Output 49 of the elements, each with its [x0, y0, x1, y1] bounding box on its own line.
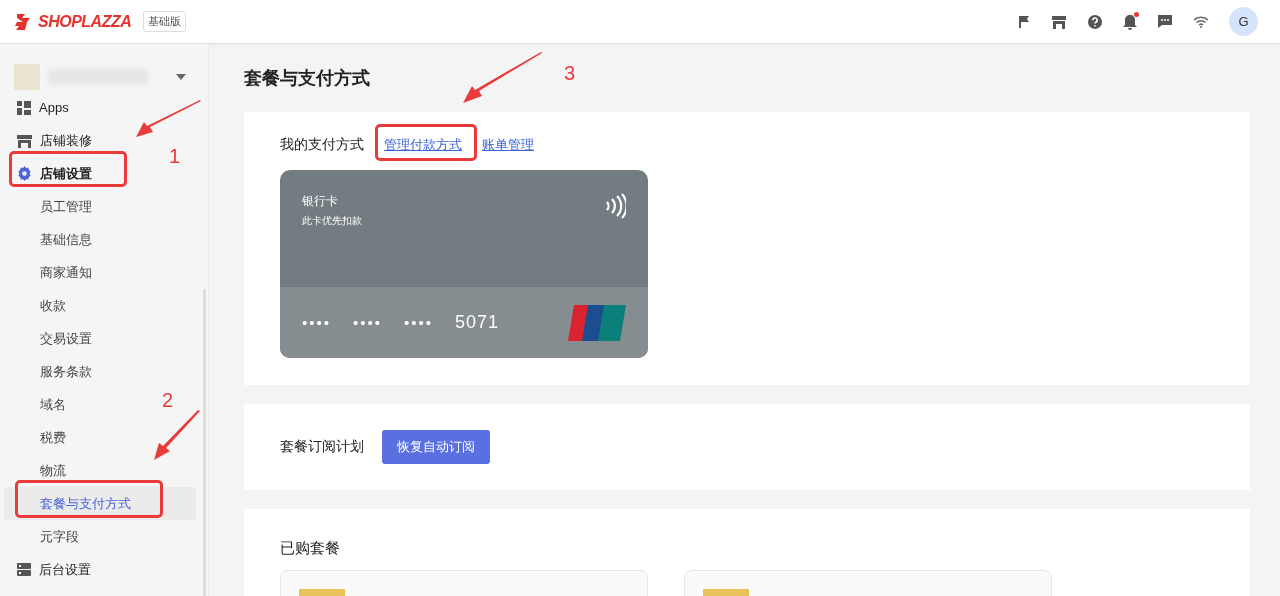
masked-digits: •••• — [404, 314, 434, 331]
card-note: 此卡优先扣款 — [302, 214, 362, 228]
sidebar-subitem[interactable]: 元字段 — [4, 520, 85, 553]
sidebar-item[interactable]: Apps — [0, 91, 75, 124]
resume-subscription-button[interactable]: 恢复自动订阅 — [382, 430, 490, 464]
apps-icon — [17, 100, 31, 115]
user-avatar[interactable]: G — [1229, 7, 1258, 36]
section-label: 我的支付方式 — [280, 136, 364, 154]
sidebar-subitem[interactable]: 税费 — [4, 421, 72, 454]
section-label: 已购套餐 — [280, 539, 341, 558]
server-icon — [17, 563, 31, 576]
page-title: 套餐与支付方式 — [244, 67, 370, 90]
help-icon[interactable] — [1087, 13, 1103, 30]
chat-icon[interactable] — [1157, 14, 1173, 29]
store-icon[interactable] — [1051, 14, 1067, 29]
sidebar-subitem[interactable]: 员工管理 — [4, 190, 98, 223]
sidebar-subitem[interactable]: 商家通知 — [4, 256, 98, 289]
card-last-digits: 5071 — [455, 312, 500, 333]
sidebar-item[interactable]: 店铺设置 — [0, 157, 98, 190]
annotation-arrow — [136, 100, 202, 138]
masked-digits: •••• — [302, 314, 331, 331]
sidebar-subitem[interactable]: 服务条款 — [4, 355, 98, 388]
wifi-icon[interactable] — [1193, 15, 1209, 28]
store-logo-placeholder — [14, 64, 40, 90]
card-type: 银行卡 — [302, 193, 339, 210]
annotation-number: 1 — [169, 145, 181, 168]
plan-badge: 基础版 — [143, 11, 187, 32]
sidebar-item[interactable]: 店铺装修 — [0, 124, 98, 157]
masked-digits: •••• — [353, 314, 383, 331]
sidebar-subitem[interactable]: 物流 — [4, 454, 72, 487]
card-brand-logo-drawing — [568, 304, 626, 341]
sidebar-subitem[interactable]: 基础信息 — [4, 223, 98, 256]
sidebar-subitem[interactable]: 收款 — [4, 289, 72, 322]
annotation-arrow — [154, 410, 200, 460]
settings-icon — [17, 166, 32, 181]
sidebar-item[interactable]: 后台设置 — [0, 553, 97, 586]
sidebar-subitem[interactable]: 域名 — [4, 388, 72, 421]
store-icon — [17, 133, 32, 148]
flag-icon[interactable] — [1017, 14, 1031, 29]
link[interactable]: 账单管理 — [482, 136, 534, 154]
annotation-number: 2 — [162, 389, 174, 412]
contactless-icon — [604, 193, 626, 219]
annotation-number: 3 — [564, 62, 576, 85]
link[interactable]: 管理付款方式 — [384, 136, 462, 154]
notification-icon[interactable] — [1123, 13, 1137, 30]
brand-logo[interactable]: SHOPLAZZA — [38, 12, 132, 31]
section-label: 套餐订阅计划 — [280, 438, 364, 456]
caret-icon — [176, 74, 186, 80]
sidebar-subitem[interactable]: 交易设置 — [4, 322, 98, 355]
